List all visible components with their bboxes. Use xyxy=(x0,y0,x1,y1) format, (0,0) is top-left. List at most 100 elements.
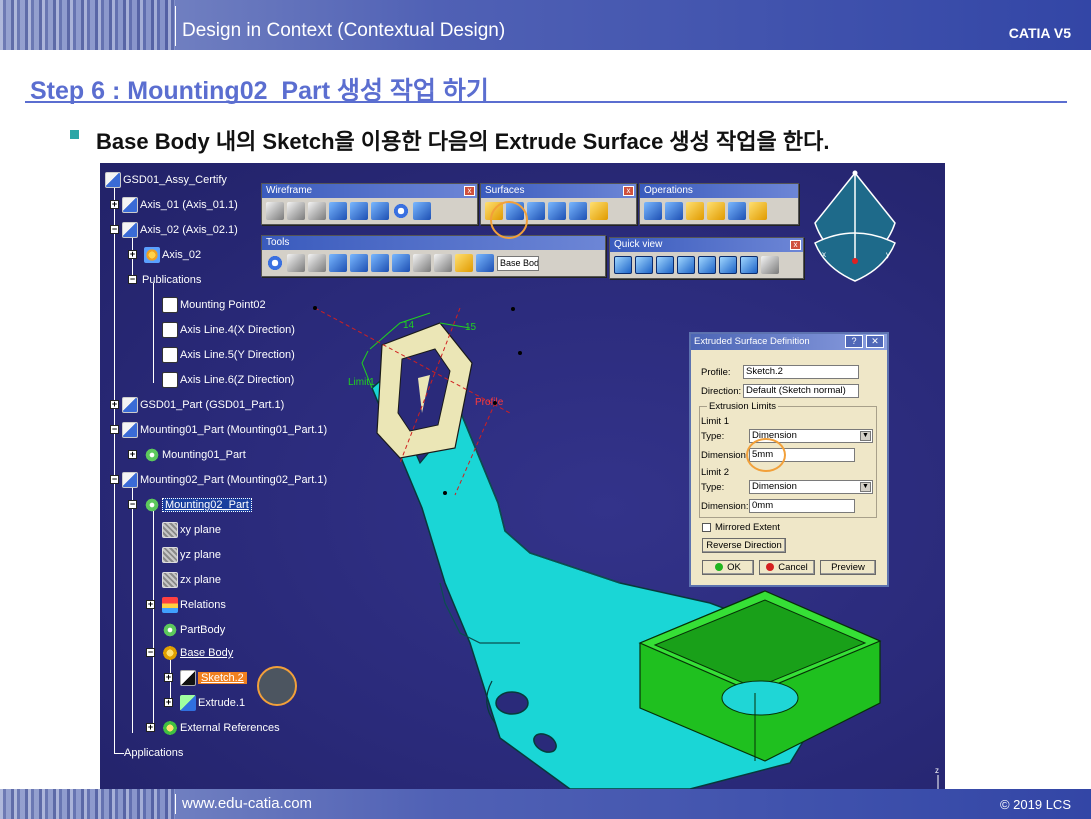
expand-icon[interactable]: + xyxy=(146,600,155,609)
left-view-icon[interactable] xyxy=(677,256,695,274)
close-button[interactable]: ✕ xyxy=(866,335,884,348)
set-icon[interactable] xyxy=(476,254,494,272)
extruded-surface-dialog: Extruded Surface Definition ? ✕ Profile:… xyxy=(689,332,889,587)
sphere-icon[interactable] xyxy=(527,202,545,220)
tree-node-extref[interactable]: External References xyxy=(162,719,280,737)
iso-view-icon[interactable] xyxy=(614,256,632,274)
dim2-input[interactable]: 0mm▲▼ xyxy=(749,499,855,513)
tree-node-axis02-part[interactable]: Axis_02 xyxy=(144,246,201,264)
mirrored-checkbox[interactable] xyxy=(702,523,711,532)
projection-icon[interactable] xyxy=(329,202,347,220)
join-icon[interactable] xyxy=(644,202,662,220)
intersection-icon[interactable] xyxy=(350,202,368,220)
collapse-icon[interactable]: − xyxy=(128,500,137,509)
spline-icon[interactable] xyxy=(413,202,431,220)
tree-node-pub3[interactable]: Axis Line.5(Y Direction) xyxy=(162,346,295,364)
expand-icon[interactable]: + xyxy=(110,200,119,209)
extract-icon[interactable] xyxy=(728,202,746,220)
collapse-icon[interactable]: − xyxy=(128,275,137,284)
tree-node-publications[interactable]: Publications xyxy=(142,271,201,289)
tree-node-mount02-part[interactable]: Mounting02_Part xyxy=(144,496,252,514)
tree-node-mount01[interactable]: Mounting01_Part (Mounting01_Part.1) xyxy=(122,421,327,439)
axis-system-icon[interactable] xyxy=(308,254,326,272)
hide-icon[interactable] xyxy=(287,254,305,272)
type2-label: Type: xyxy=(701,482,725,493)
tree-node-pub4[interactable]: Axis Line.6(Z Direction) xyxy=(162,371,294,389)
catalog-icon[interactable] xyxy=(455,254,473,272)
tree-label: Axis Line.6(Z Direction) xyxy=(180,374,295,386)
close-icon[interactable]: x xyxy=(464,186,475,196)
tree-node-xy-plane[interactable]: xy plane xyxy=(162,521,221,539)
profile-field[interactable]: Sketch.2 xyxy=(743,365,859,379)
direction-field[interactable]: Default (Sketch normal) xyxy=(743,384,859,398)
current-body-select[interactable]: Base Body xyxy=(497,255,539,271)
tree-node-basebody[interactable]: Base Body xyxy=(162,644,233,662)
plane-icon[interactable] xyxy=(308,202,326,220)
tree-node-partbody[interactable]: PartBody xyxy=(162,621,225,639)
expand-icon[interactable]: + xyxy=(110,400,119,409)
snap-icon[interactable] xyxy=(371,254,389,272)
top-view-icon[interactable] xyxy=(719,256,737,274)
keep-mode-icon[interactable] xyxy=(413,254,431,272)
collapse-icon[interactable]: − xyxy=(146,648,155,657)
header-decoration xyxy=(0,0,175,50)
expand-icon[interactable]: + xyxy=(164,673,173,682)
back-view-icon[interactable] xyxy=(656,256,674,274)
tree-label: PartBody xyxy=(180,624,226,636)
loft-icon[interactable] xyxy=(590,202,608,220)
expand-icon[interactable]: + xyxy=(164,698,173,707)
tree-node-axis02[interactable]: Axis_02 (Axis_02.1) xyxy=(122,221,238,239)
expand-icon[interactable]: + xyxy=(146,723,155,732)
tree-node-sketch2[interactable]: Sketch.2 xyxy=(180,669,247,687)
preview-button[interactable]: Preview xyxy=(820,560,876,575)
tree-node-axis01[interactable]: Axis_01 (Axis_01.1) xyxy=(122,196,238,214)
tree-node-extrude1[interactable]: Extrude.1 xyxy=(180,694,245,712)
footer-website[interactable]: www.edu-catia.com xyxy=(182,795,312,812)
extrapolate-icon[interactable] xyxy=(749,202,767,220)
work-on-support-icon[interactable] xyxy=(350,254,368,272)
tree-root[interactable]: GSD01_Assy_Certify xyxy=(105,171,227,189)
ok-button[interactable]: OK xyxy=(702,560,754,575)
type2-select[interactable]: Dimension ▼ xyxy=(749,480,873,494)
bottom-view-icon[interactable] xyxy=(740,256,758,274)
line-icon[interactable] xyxy=(287,202,305,220)
grid-icon[interactable] xyxy=(329,254,347,272)
circle-icon[interactable] xyxy=(392,202,410,220)
tree-node-applications[interactable]: Applications xyxy=(124,744,183,762)
fill-icon[interactable] xyxy=(548,202,566,220)
collapse-icon[interactable]: − xyxy=(110,475,119,484)
close-icon[interactable]: x xyxy=(623,186,634,196)
create-datum-icon[interactable] xyxy=(392,254,410,272)
insert-mode-icon[interactable] xyxy=(434,254,452,272)
tree-node-relations[interactable]: Relations xyxy=(162,596,226,614)
tree-node-mount01-part[interactable]: Mounting01_Part xyxy=(144,446,246,464)
close-icon[interactable]: x xyxy=(790,240,801,250)
front-view-icon[interactable] xyxy=(635,256,653,274)
help-button[interactable]: ? xyxy=(845,335,863,348)
expand-icon[interactable]: + xyxy=(128,250,137,259)
split-icon[interactable] xyxy=(665,202,683,220)
tree-node-yz-plane[interactable]: yz plane xyxy=(162,546,221,564)
chevron-down-icon[interactable]: ▼ xyxy=(860,431,871,441)
cancel-button[interactable]: Cancel xyxy=(759,560,815,575)
tree-node-pub2[interactable]: Axis Line.4(X Direction) xyxy=(162,321,295,339)
named-views-icon[interactable] xyxy=(761,256,779,274)
chevron-down-icon[interactable]: ▼ xyxy=(860,482,871,492)
tree-node-pub1[interactable]: Mounting Point02 xyxy=(162,296,266,314)
compass-widget[interactable] xyxy=(814,170,896,282)
tree-node-gsd01[interactable]: GSD01_Part (GSD01_Part.1) xyxy=(122,396,284,414)
collapse-icon[interactable]: − xyxy=(110,425,119,434)
header-bar: Design in Context (Contextual Design) CA… xyxy=(0,0,1091,50)
right-view-icon[interactable] xyxy=(698,256,716,274)
sweep-icon[interactable] xyxy=(569,202,587,220)
point-icon[interactable] xyxy=(266,202,284,220)
reverse-direction-button[interactable]: Reverse Direction xyxy=(702,538,786,553)
expand-icon[interactable]: + xyxy=(128,450,137,459)
tree-node-mount02[interactable]: Mounting02_Part (Mounting02_Part.1) xyxy=(122,471,327,489)
fillet-icon[interactable] xyxy=(686,202,704,220)
update-icon[interactable] xyxy=(266,254,284,272)
offset-icon[interactable] xyxy=(371,202,389,220)
translate-icon[interactable] xyxy=(707,202,725,220)
collapse-icon[interactable]: − xyxy=(110,225,119,234)
tree-node-zx-plane[interactable]: zx plane xyxy=(162,571,221,589)
